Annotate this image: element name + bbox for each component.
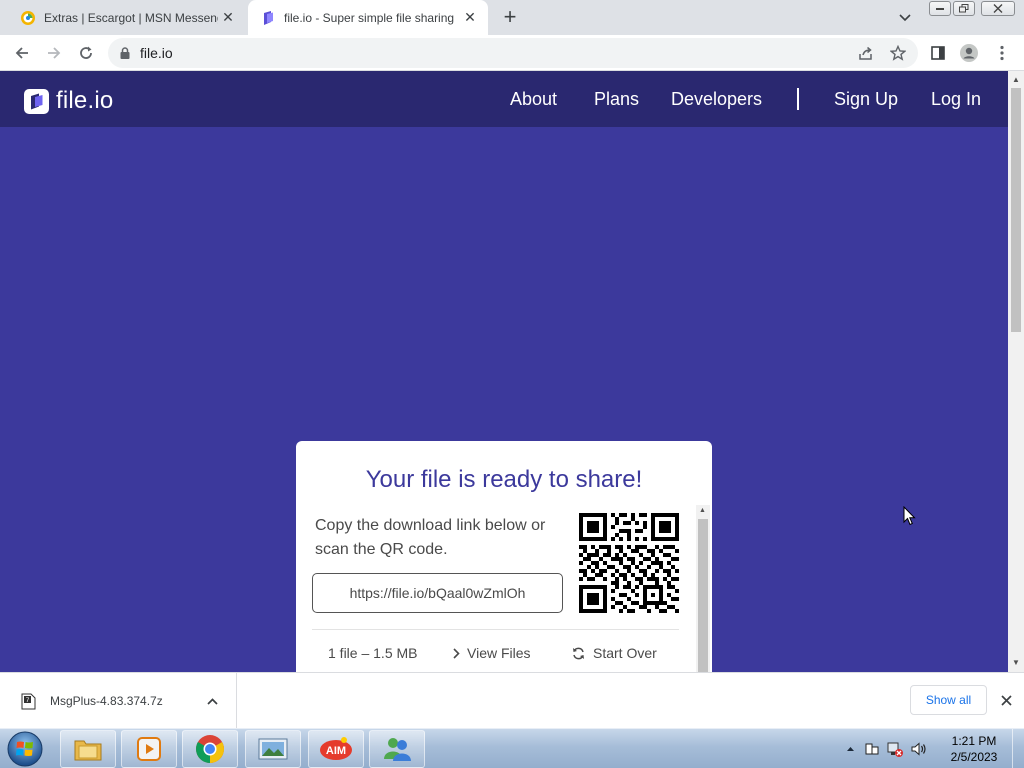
reload-button[interactable] bbox=[72, 39, 100, 67]
card-divider bbox=[312, 629, 679, 630]
nav-login[interactable]: Log In bbox=[931, 89, 981, 110]
bookmark-star-icon[interactable] bbox=[884, 39, 912, 67]
chevron-right-icon bbox=[453, 647, 460, 659]
tab-strip: Extras | Escargot | MSN Messenger ✕ file… bbox=[0, 0, 1024, 35]
volume-icon[interactable] bbox=[910, 741, 928, 757]
page-scrollbar[interactable]: ▲ ▼ bbox=[1008, 71, 1024, 672]
taskbar-clock[interactable]: 1:21 PM 2/5/2023 bbox=[944, 733, 1004, 765]
taskbar-photo-viewer[interactable] bbox=[245, 730, 301, 768]
download-shelf: 7 MsgPlus-4.83.374.7z Show all bbox=[0, 672, 1024, 729]
download-link-field[interactable]: https://file.io/bQaal0wZmlOh bbox=[312, 573, 563, 613]
network-disconnected-icon[interactable] bbox=[886, 741, 904, 757]
menu-kebab-icon[interactable] bbox=[988, 39, 1016, 67]
lock-icon[interactable] bbox=[120, 47, 130, 59]
card-description: Copy the download link below or scan the… bbox=[315, 517, 546, 558]
msn-messenger-icon bbox=[384, 738, 411, 761]
close-tab-icon[interactable]: ✕ bbox=[460, 8, 480, 28]
taskbar-media-player[interactable] bbox=[121, 730, 177, 768]
clock-time: 1:21 PM bbox=[951, 734, 997, 748]
windows-start-orb-icon bbox=[7, 731, 43, 767]
system-tray bbox=[844, 729, 928, 768]
photo-viewer-icon bbox=[258, 738, 288, 760]
side-panel-icon[interactable] bbox=[924, 39, 952, 67]
tab-fileio[interactable]: file.io - Super simple file sharing ✕ bbox=[248, 0, 488, 35]
nav-about[interactable]: About bbox=[510, 89, 557, 110]
file-info: 1 file – 1.5 MB bbox=[328, 645, 418, 661]
chrome-icon bbox=[196, 735, 224, 763]
profile-avatar-icon[interactable] bbox=[955, 39, 983, 67]
site-logo[interactable]: file.io bbox=[24, 87, 113, 115]
taskbar-aim[interactable]: AIM bbox=[308, 730, 364, 768]
logo-text: file.io bbox=[56, 87, 114, 114]
nav-signup[interactable]: Sign Up bbox=[834, 89, 898, 110]
explorer-icon bbox=[74, 740, 102, 761]
tab-search-chevron-icon[interactable] bbox=[894, 8, 916, 28]
tab-escargot[interactable]: Extras | Escargot | MSN Messenger ✕ bbox=[8, 0, 246, 35]
card-title: Your file is ready to share! bbox=[365, 466, 643, 493]
share-card: Your file is ready to share! Copy the do… bbox=[296, 441, 712, 672]
windows-taskbar: AIM 1:21 PM 2/5/2023 bbox=[0, 728, 1024, 768]
escargot-icon bbox=[20, 10, 36, 26]
tab-title: Extras | Escargot | MSN Messenger bbox=[44, 10, 218, 25]
refresh-icon bbox=[572, 647, 585, 660]
view-files-label: View Files bbox=[467, 645, 531, 661]
restore-button[interactable] bbox=[953, 1, 975, 16]
start-over-label: Start Over bbox=[593, 645, 657, 661]
card-scrollbar[interactable]: ▲ bbox=[696, 505, 710, 672]
taskbar-explorer[interactable] bbox=[60, 730, 116, 768]
start-button[interactable] bbox=[4, 730, 46, 768]
card-scrollbar-thumb[interactable] bbox=[698, 519, 708, 672]
close-shelf-icon[interactable] bbox=[996, 690, 1016, 710]
new-tab-button[interactable]: + bbox=[498, 4, 522, 29]
archive-file-icon: 7 bbox=[21, 693, 36, 710]
close-window-button[interactable] bbox=[981, 1, 1015, 16]
web-page: file.io About Plans Developers Sign Up L… bbox=[0, 71, 1024, 672]
nav-divider bbox=[797, 88, 799, 110]
start-over-button[interactable]: Start Over bbox=[572, 645, 657, 661]
taskbar-msn[interactable] bbox=[369, 730, 425, 768]
share-icon[interactable] bbox=[852, 39, 880, 67]
download-item[interactable]: 7 MsgPlus-4.83.374.7z bbox=[0, 673, 237, 729]
forward-button[interactable] bbox=[40, 39, 68, 67]
show-hidden-icons-chevron-icon[interactable] bbox=[844, 746, 856, 752]
fileio-logo-icon bbox=[24, 88, 49, 114]
fileio-icon bbox=[260, 10, 276, 26]
page-scrollbar-thumb[interactable] bbox=[1011, 88, 1021, 332]
minimize-button[interactable] bbox=[929, 1, 951, 16]
taskbar-chrome[interactable] bbox=[182, 730, 238, 768]
view-files-button[interactable]: View Files bbox=[453, 645, 531, 661]
site-header: file.io About Plans Developers Sign Up L… bbox=[0, 71, 1008, 127]
url-text: file.io bbox=[140, 45, 173, 61]
qr-code bbox=[579, 513, 679, 613]
clock-date: 2/5/2023 bbox=[950, 750, 998, 764]
chevron-up-icon[interactable] bbox=[207, 697, 218, 705]
show-all-button[interactable]: Show all bbox=[910, 685, 987, 715]
download-filename: MsgPlus-4.83.374.7z bbox=[50, 694, 163, 708]
close-tab-icon[interactable]: ✕ bbox=[218, 8, 238, 28]
media-player-icon bbox=[137, 737, 161, 761]
back-button[interactable] bbox=[8, 39, 36, 67]
show-desktop-button[interactable] bbox=[1012, 729, 1024, 768]
tab-title: file.io - Super simple file sharing bbox=[284, 10, 455, 25]
aim-icon: AIM bbox=[320, 737, 352, 760]
nav-plans[interactable]: Plans bbox=[594, 89, 639, 110]
scroll-down-arrow-icon[interactable]: ▼ bbox=[1012, 658, 1020, 667]
svg-text:7: 7 bbox=[26, 697, 30, 704]
nav-developers[interactable]: Developers bbox=[671, 89, 762, 110]
browser-toolbar: file.io bbox=[0, 35, 1024, 71]
scroll-up-arrow-icon[interactable]: ▲ bbox=[1012, 75, 1020, 84]
action-center-flag-icon[interactable] bbox=[864, 741, 880, 757]
address-bar[interactable]: file.io bbox=[108, 38, 918, 68]
scroll-up-arrow-icon[interactable]: ▲ bbox=[699, 507, 706, 514]
mouse-cursor-icon bbox=[903, 506, 916, 526]
svg-text:AIM: AIM bbox=[326, 745, 346, 757]
